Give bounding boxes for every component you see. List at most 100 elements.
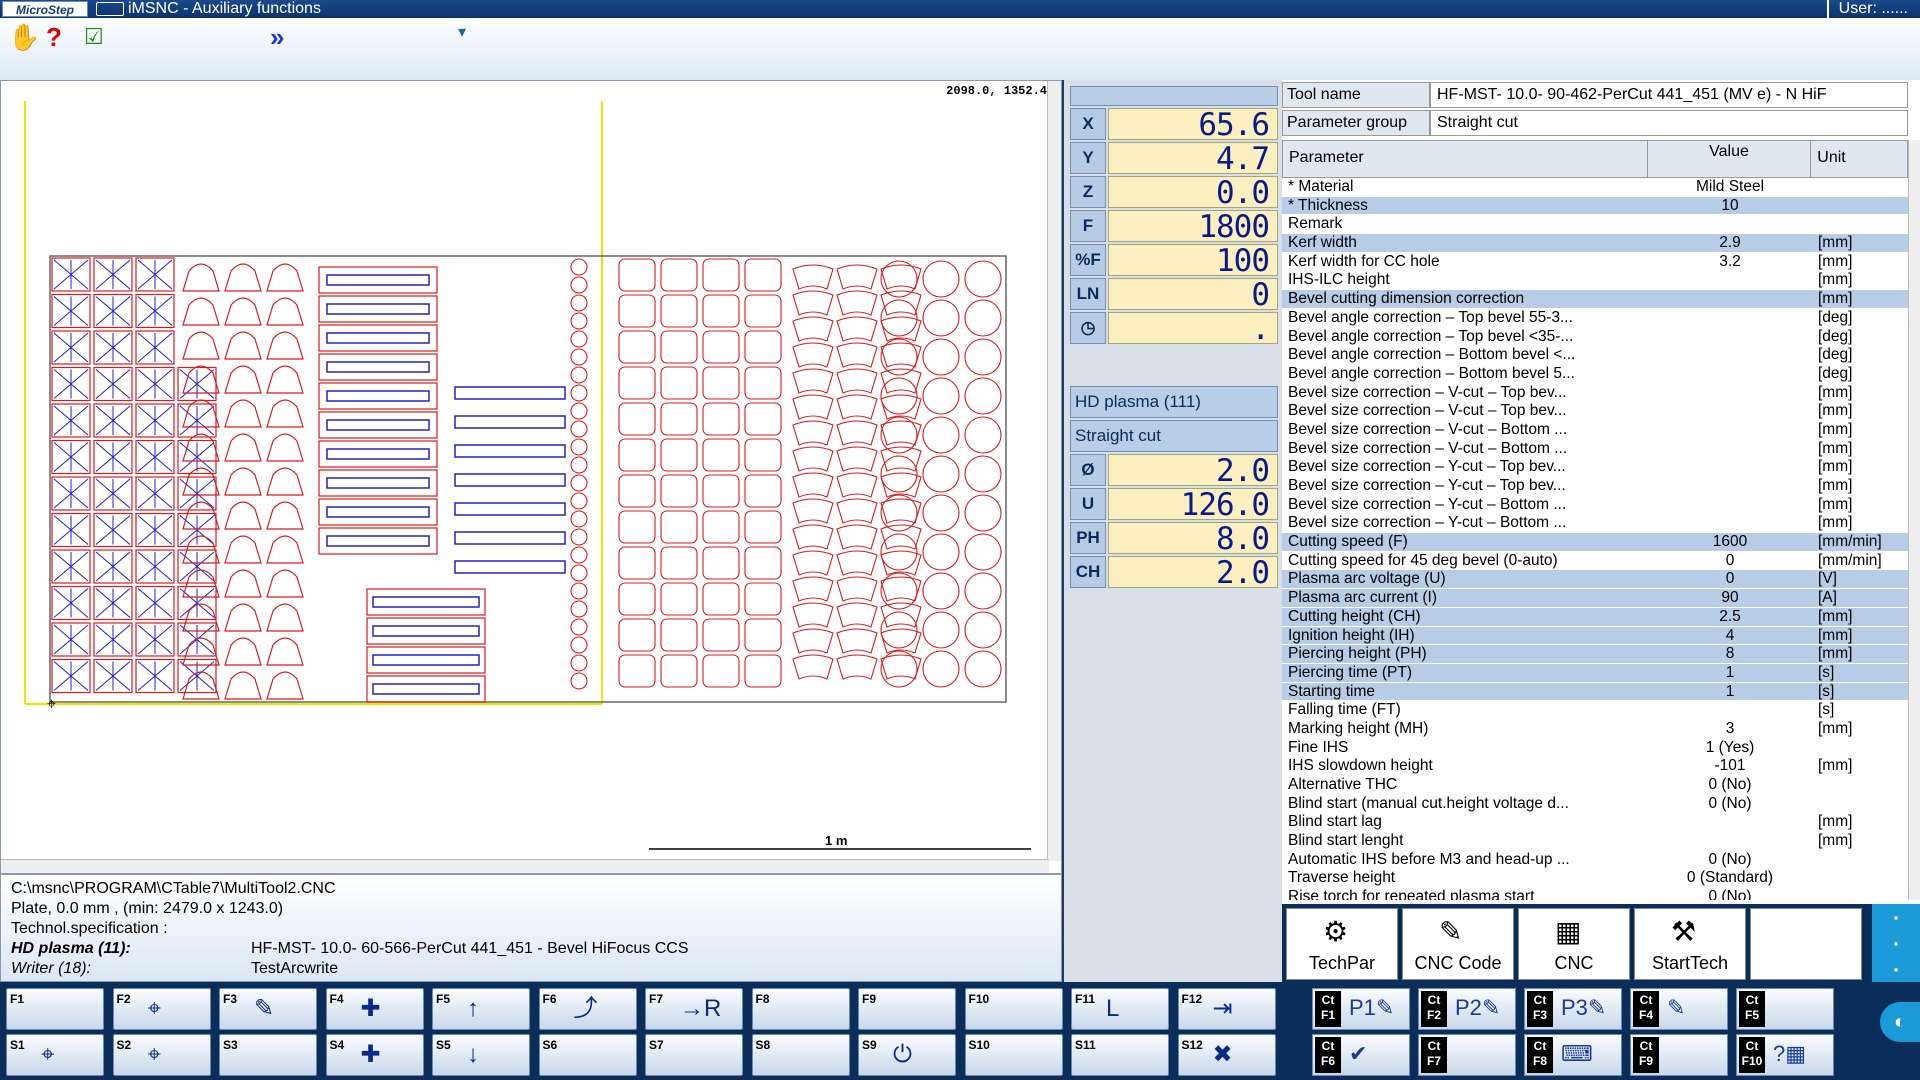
fkey-f5[interactable]: F5 ↑ (432, 988, 530, 1030)
parameter-row[interactable]: Bevel size correction – V-cut – Top bev.… (1282, 402, 1908, 421)
parameter-row[interactable]: IHS-ILC height [mm] (1282, 271, 1908, 291)
parameter-row[interactable]: Plasma arc voltage (U) 0 [V] (1282, 570, 1908, 590)
parameter-row[interactable]: Blind start lenght [mm] (1282, 832, 1908, 851)
parameter-row[interactable]: Ignition height (IH) 4 [mm] (1282, 626, 1908, 646)
fkey-s8[interactable]: S8 (751, 1034, 850, 1076)
softkey-techpar[interactable]: ⚙ TechPar (1286, 908, 1398, 980)
parameter-group-select[interactable]: Straight cut (1430, 110, 1908, 136)
parameter-row[interactable]: Bevel angle correction – Bottom bevel <.… (1282, 346, 1908, 365)
ctrl-key-ct-f10[interactable]: Ct F10 ?▦ (1736, 1034, 1834, 1076)
parameter-row[interactable]: Piercing height (PH) 8 [mm] (1282, 645, 1908, 664)
fkey-s12[interactable]: S12 ✖ (1177, 1034, 1276, 1076)
ctrl-key-ct-f6[interactable]: Ct F6 ✔ (1312, 1034, 1410, 1076)
parameter-row[interactable]: Bevel size correction – V-cut – Bottom .… (1282, 421, 1908, 440)
parameter-row[interactable]: Automatic IHS before M3 and head-up ... 0… (1282, 851, 1908, 870)
parameter-scrollbar[interactable] (1908, 140, 1920, 900)
ctrl-key-ct-f1[interactable]: Ct F1 P1✎ (1312, 988, 1410, 1030)
parameter-row[interactable]: Fine IHS 1 (Yes) (1282, 739, 1908, 758)
fkey-s2[interactable]: S2 ⌖ (112, 1034, 211, 1076)
fkey-f2[interactable]: F2 ⌖ (112, 988, 211, 1030)
fkey-f3[interactable]: F3 ✎ (219, 988, 317, 1030)
fkey-f10[interactable]: F10 (964, 988, 1063, 1030)
parameter-row[interactable]: Kerf width 2.9 [mm] (1282, 234, 1908, 253)
parameter-row[interactable]: Bevel size correction – Y-cut – Bottom .… (1282, 496, 1908, 515)
drawing-canvas[interactable]: 2098.0, 1352.4 ⌖ 1 m (0, 80, 1062, 874)
parameter-row[interactable]: Alternative THC 0 (No) (1282, 776, 1908, 795)
softkey-cnc[interactable]: ▦ CNC (1518, 908, 1630, 980)
parameter-row[interactable]: IHS slowdown height -101 [mm] (1282, 757, 1908, 776)
ctrl-key-ct-f7[interactable]: Ct F7 (1418, 1034, 1516, 1076)
parameter-row[interactable]: Blind start (manual cut.height voltage d… (1282, 795, 1908, 814)
fkey-s3[interactable]: S3 (219, 1034, 317, 1076)
horizontal-scrollbar[interactable] (1, 859, 1049, 873)
fkey-f12[interactable]: F12 ⇥ (1177, 988, 1276, 1030)
parameter-row[interactable]: Marking height (MH) 3 [mm] (1282, 720, 1908, 739)
parameter-row[interactable]: Bevel size correction – Y-cut – Bottom .… (1282, 514, 1908, 534)
parameter-row[interactable]: Cutting speed for 45 deg bevel (0-auto) 0… (1282, 552, 1908, 571)
fkey-f1[interactable]: F1 (6, 988, 104, 1030)
question-icon[interactable]: ? (46, 22, 62, 52)
fkey-label: S11 (1075, 1038, 1096, 1052)
softkey-cnc-code[interactable]: ✎ CNC Code (1402, 908, 1514, 980)
fkey-f7[interactable]: F7 →R (645, 988, 743, 1030)
fkey-s11[interactable]: S11 (1071, 1034, 1169, 1076)
parameter-value: 3 (1725, 719, 1735, 737)
fkey-f8[interactable]: F8 (751, 988, 850, 1030)
fkey-f11[interactable]: F11 L (1071, 988, 1169, 1030)
parameter-row[interactable]: Starting time 1 [s] (1282, 682, 1908, 702)
softkey-empty[interactable] (1750, 908, 1862, 980)
parameter-row[interactable]: Bevel angle correction – Top bevel 55-3.… (1282, 309, 1908, 328)
nested-parts (51, 257, 1002, 703)
parameter-row[interactable]: Cutting speed (F) 1600 [mm/min] (1282, 533, 1908, 552)
fkey-s10[interactable]: S10 (964, 1034, 1063, 1076)
fkey-f6[interactable]: F6 ⤴ (538, 988, 637, 1030)
parameter-row[interactable]: Traverse height 0 (Standard) (1282, 869, 1908, 889)
parameter-row[interactable]: Blind start lag [mm] (1282, 813, 1908, 833)
tool-name-select[interactable]: HF-MST- 10.0- 90-462-PerCut 441_451 (MV … (1430, 82, 1908, 108)
parameter-unit: [mm] (1818, 495, 1853, 513)
parameter-row[interactable]: Rise torch for repeated plasma start 0 (N… (1282, 888, 1908, 900)
ctrl-key-ct-f9[interactable]: Ct F9 (1630, 1034, 1728, 1076)
parameter-row[interactable]: Falling time (FT) [s] (1282, 701, 1908, 720)
part-rounded-square (618, 438, 656, 472)
parameter-row[interactable]: Cutting height (CH) 2.5 [mm] (1282, 607, 1908, 627)
user-label[interactable]: User: ...... (1826, 0, 1908, 18)
fkey-f4[interactable]: F4 ✚ (325, 988, 424, 1030)
ctrl-key-ct-f3[interactable]: Ct F3 P3✎ (1524, 988, 1622, 1030)
fkey-f9[interactable]: F9 (858, 988, 956, 1030)
parameter-row[interactable]: Bevel size correction – V-cut – Bottom .… (1282, 440, 1908, 459)
fkey-s1[interactable]: S1 ⌖ (6, 1034, 104, 1076)
parameter-row[interactable]: Bevel cutting dimension correction [mm] (1282, 290, 1908, 309)
ctrl-key-ct-f5[interactable]: Ct F5 (1736, 988, 1834, 1030)
ctrl-key-ct-f2[interactable]: Ct F2 P2✎ (1418, 988, 1516, 1030)
parameter-row[interactable]: Kerf width for CC hole 3.2 [mm] (1282, 253, 1908, 272)
more-menu-button[interactable]: · · · (1872, 902, 1920, 984)
parameter-row[interactable]: Bevel angle correction – Top bevel <35-.… (1282, 328, 1908, 347)
fkey-s5[interactable]: S5 ↓ (432, 1034, 530, 1076)
parameter-row[interactable]: Bevel angle correction – Bottom bevel 5.… (1282, 365, 1908, 384)
softkey-starttech[interactable]: ⚒ StartTech (1634, 908, 1746, 980)
fkey-s4[interactable]: S4 ✚ (325, 1034, 424, 1076)
part-wedge (792, 290, 834, 316)
part-wedge (880, 342, 922, 368)
hand-icon[interactable]: ✋ (8, 22, 40, 52)
parameter-row[interactable]: * Thickness 10 (1282, 196, 1908, 216)
fkey-s7[interactable]: S7 (645, 1034, 743, 1076)
ctrl-key-ct-f4[interactable]: Ct F4 ✎ (1630, 988, 1728, 1030)
double-chevron-icon[interactable]: » (270, 22, 284, 52)
ctrl-key-ct-f8[interactable]: Ct F8 ⌨ (1524, 1034, 1622, 1076)
part-small-circle (570, 312, 588, 330)
part-wedge (880, 602, 922, 628)
side-help-button[interactable]: ◐ (1880, 1002, 1920, 1042)
fkey-s6[interactable]: S6 (538, 1034, 637, 1076)
parameter-row[interactable]: Piercing time (PT) 1 [s] (1282, 663, 1908, 683)
parameter-row[interactable]: Plasma arc current (I) 90 [A] (1282, 589, 1908, 608)
fkey-s9[interactable]: S9 ⏻ (858, 1034, 956, 1076)
parameter-row[interactable]: Remark (1282, 215, 1908, 235)
parameter-row[interactable]: Bevel size correction – V-cut – Top bev.… (1282, 384, 1908, 403)
clipboard-check-icon[interactable]: ☑ (84, 22, 104, 52)
parameter-row[interactable]: * Material Mild Steel (1282, 178, 1908, 197)
vertical-scrollbar[interactable] (1047, 81, 1061, 861)
parameter-row[interactable]: Bevel size correction – Y-cut – Top bev.… (1282, 477, 1908, 496)
parameter-row[interactable]: Bevel size correction – Y-cut – Top bev.… (1282, 458, 1908, 477)
